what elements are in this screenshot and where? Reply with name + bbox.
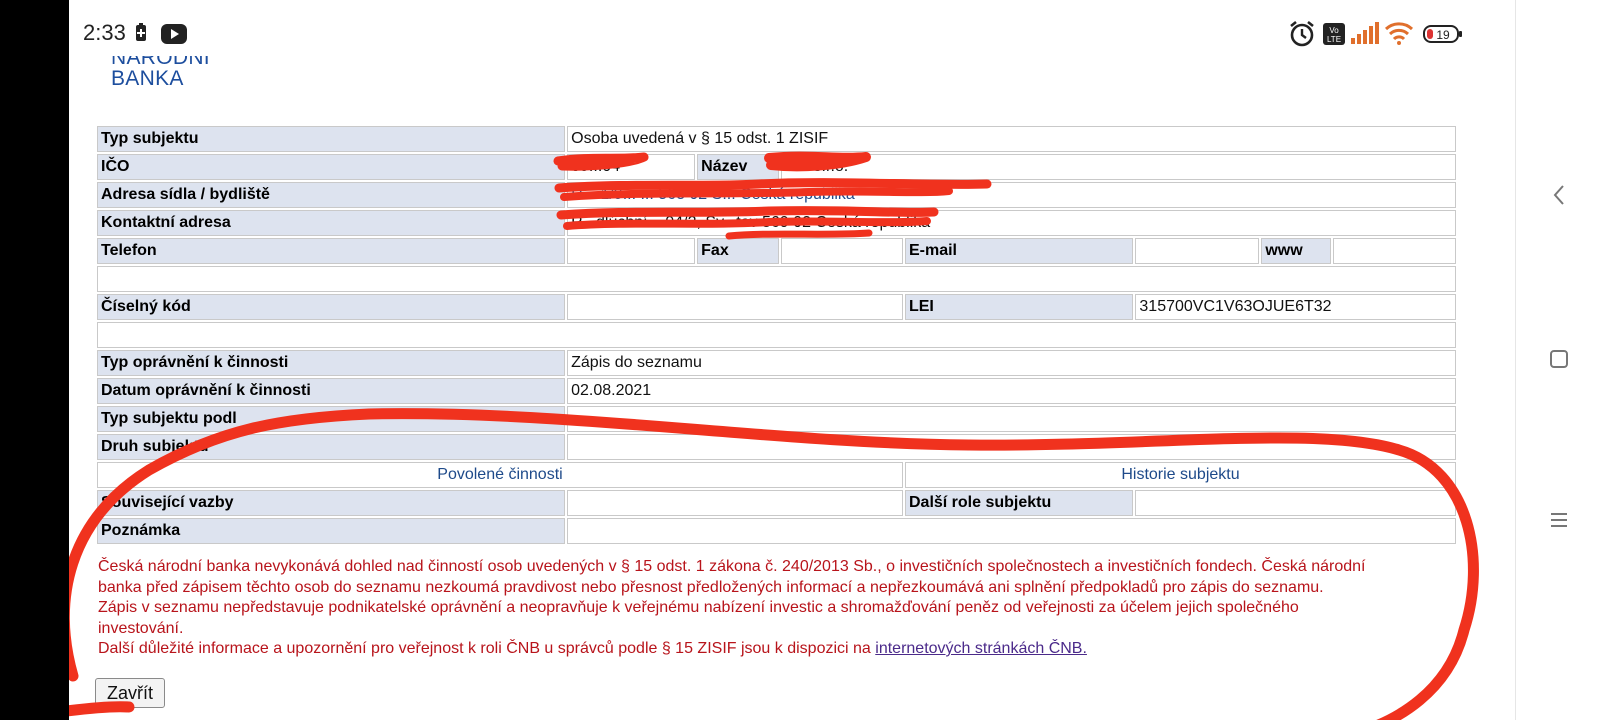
menu-icon [1549,510,1569,535]
notice-line5-text: Další důležité informace a upozornění pr… [98,640,876,657]
value-ico: 09...04 [567,154,696,180]
table-spacer-row [97,266,1456,292]
label-fax: Fax [697,238,780,264]
label-ciselny-kod: Číselný kód [97,294,566,320]
close-button[interactable]: Zavřít [95,678,165,708]
notice-line: banka před zápisem těchto osob do seznam… [98,578,1324,596]
table-row: Adresa sídla / bydliště R... 1/9... ... … [97,182,1456,208]
label-email: E-mail [904,238,1134,264]
value-poznamka [567,518,1456,544]
table-row: Číselný kód LEI 315700VC1V63OJUE6T32 [97,294,1456,320]
label-datum-opravneni: Datum oprávnění k činnosti [97,378,566,404]
notice-line: Česká národní banka nevykonává dohled na… [98,558,1366,575]
table-row: Typ oprávnění k činnosti Zápis do seznam… [97,350,1456,376]
label-adresa: Adresa sídla / bydliště [97,182,566,208]
wifi-icon [1384,21,1414,50]
volte-icon: Vo LTE [1323,23,1345,50]
label-typ-subjektu-podle: Typ subjektu podl [97,406,566,432]
label-www: www [1261,238,1331,264]
label-telefon: Telefon [97,238,566,264]
disclaimer-notice: Česká národní banka nevykonává dohled na… [98,557,1458,660]
notice-line: investování. [98,619,184,637]
label-poznamka: Poznámka [97,518,566,544]
value-typ-opravneni: Zápis do seznamu [567,350,1456,376]
value-email [1135,238,1260,264]
value-telefon [567,238,696,264]
battery-level: 19 [1436,28,1450,42]
table-row: IČO 09...04 Název A... s.r.o. [97,154,1456,180]
value-www [1333,238,1456,264]
value-kontaktni-adresa: R...dlúchní ...94/2, Sv...tov 569 02 Čes… [567,210,1456,236]
label-dalsi-role: Další role subjektu [904,490,1134,516]
notice-line: Další důležité informace a upozornění pr… [98,639,1458,660]
signal-icon [1351,22,1379,49]
table-row: Druh subjektu [97,434,1456,460]
table-row: Typ subjektu Osoba uvedená v § 15 odst. … [97,126,1456,152]
table-row: Kontaktní adresa R...dlúchní ...94/2, Sv… [97,210,1456,236]
table-row: Datum oprávnění k činnosti 02.08.2021 [97,378,1456,404]
battery-saver-icon [133,22,149,49]
recents-icon [1549,349,1569,374]
clock: 2:33 [83,20,126,45]
table-row: Poznámka [97,518,1456,544]
value-fax [781,238,903,264]
youtube-icon [161,24,187,49]
value-ciselny-kod [567,294,903,320]
table-row: Povolené činnosti Historie subjektu [97,462,1456,488]
menu-button[interactable] [1516,502,1600,542]
subject-detail-table: Typ subjektu Osoba uvedená v § 15 odst. … [95,124,1458,546]
cnb-logo: NÁRODNÍ BANKA [111,56,210,102]
label-souvisejici-vazby: Související vazby [97,490,566,516]
link-historie-subjektu[interactable]: Historie subjektu [904,462,1456,488]
label-nazev: Název [697,154,780,180]
notice-line: Zápis v seznamu nepředstavuje podnikatel… [98,599,1299,616]
value-dalsi-role [1135,490,1456,516]
back-button[interactable] [1516,177,1600,217]
recents-button[interactable] [1516,341,1600,381]
value-lei: 315700VC1V63OJUE6T32 [1135,294,1456,320]
label-typ-opravneni: Typ oprávnění k činnosti [97,350,566,376]
label-typ-subjektu: Typ subjektu [97,126,566,152]
value-adresa[interactable]: R... 1/9... ... 568 02 S... Česká republ… [567,182,1456,208]
value-souvisejici-vazby [567,490,903,516]
table-row: Telefon Fax E-mail www [97,238,1456,264]
link-povolene-cinnosti[interactable]: Povolené činnosti [97,462,903,488]
alarm-icon [1288,20,1316,53]
label-druh-subjektu: Druh subjektu [97,434,566,460]
label-ico: IČO [97,154,566,180]
android-nav-bar [1515,0,1600,720]
cnb-website-link[interactable]: internetových stránkách ČNB. [875,640,1087,657]
back-icon [1551,183,1567,212]
status-bar: 2:33 Vo LTE 19 [69,0,1515,64]
svg-text:Vo: Vo [1329,26,1339,35]
value-typ-subjektu: Osoba uvedená v § 15 odst. 1 ZISIF [567,126,1456,152]
table-row: Typ subjektu podl [97,406,1456,432]
value-datum-opravneni: 02.08.2021 [567,378,1456,404]
table-row: Související vazby Další role subjektu [97,490,1456,516]
svg-text:LTE: LTE [1327,35,1341,44]
label-lei: LEI [904,294,1134,320]
browser-screen: 2:33 Vo LTE 19 NÁRODNÍ BANKA Typ subjekt… [69,0,1515,720]
value-typ-subjektu-podle [567,406,1456,432]
logo-line2: BANKA [111,67,184,90]
value-nazev: A... s.r.o. [781,154,1456,180]
table-spacer-row [97,322,1456,348]
label-kontaktni-adresa: Kontaktní adresa [97,210,566,236]
battery-icon: 19 [1423,25,1463,48]
value-druh-subjektu [567,434,1456,460]
